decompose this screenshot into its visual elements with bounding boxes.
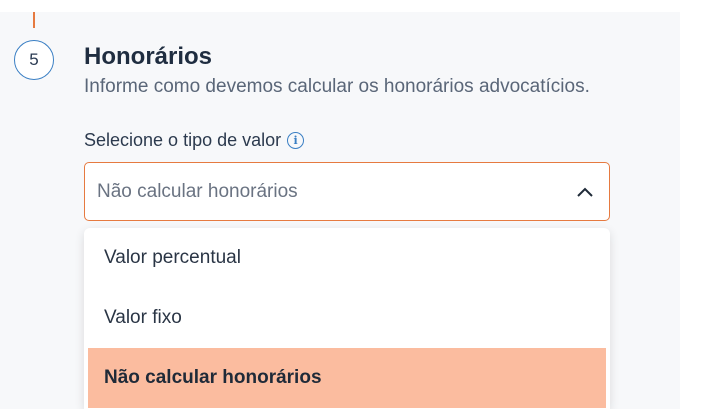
chevron-up-icon[interactable]: [575, 182, 595, 202]
option-valor-fixo[interactable]: Valor fixo: [88, 290, 606, 346]
value-type-select[interactable]: Não calcular honorários: [84, 162, 610, 221]
section-title: Honorários: [84, 43, 213, 70]
info-icon[interactable]: i: [287, 132, 305, 149]
option-nao-calcular-honorarios[interactable]: Não calcular honorários: [88, 348, 606, 408]
section-description: Informe como devemos calcular os honorár…: [84, 76, 590, 97]
step-number-badge: 5: [14, 40, 54, 80]
field-label-row: Selecione o tipo de valor i: [84, 130, 305, 151]
field-label: Selecione o tipo de valor: [84, 130, 282, 150]
select-dropdown-menu: Valor percentual Valor fixo Não calcular…: [84, 228, 610, 409]
step-connector-line: [33, 12, 35, 28]
select-current-value: Não calcular honorários: [97, 180, 298, 202]
option-valor-percentual[interactable]: Valor percentual: [88, 230, 606, 286]
